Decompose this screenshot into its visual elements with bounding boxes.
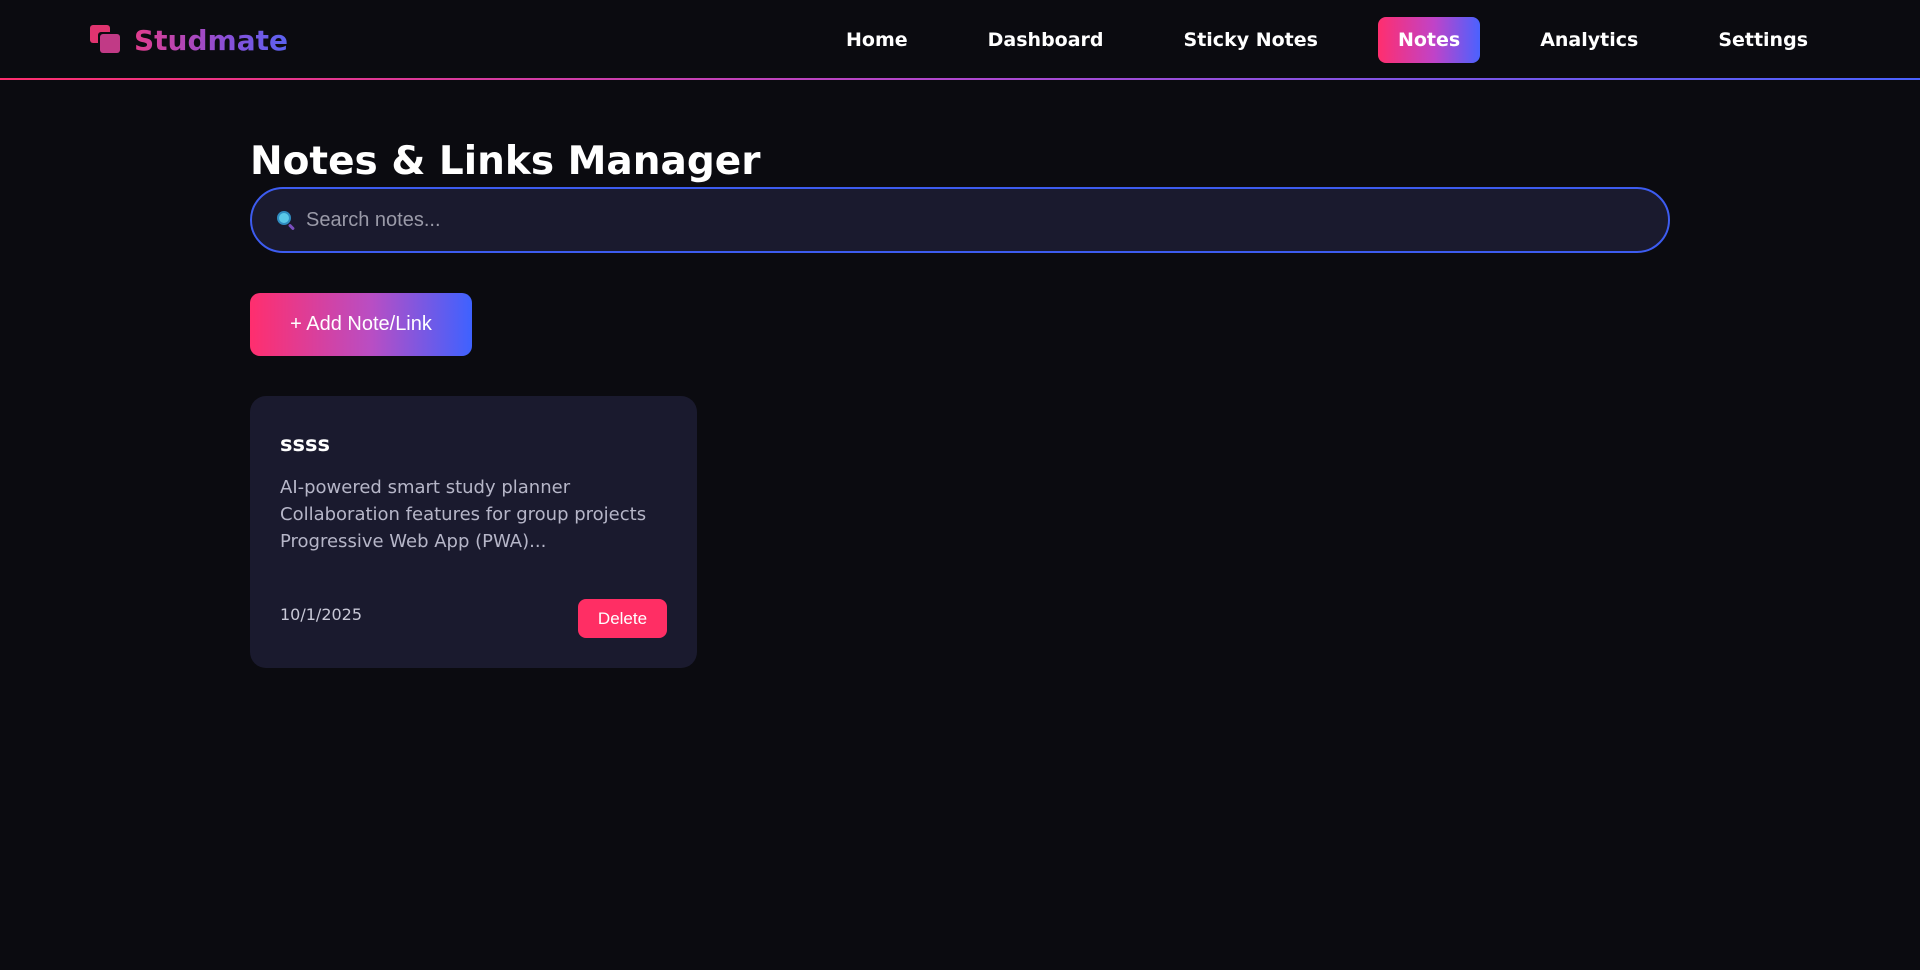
note-title: ssss	[280, 432, 330, 456]
page-title: Notes & Links Manager	[250, 139, 761, 184]
add-note-button[interactable]: + Add Note/Link	[250, 293, 472, 356]
delete-button[interactable]: Delete	[578, 599, 667, 638]
nav-item-home[interactable]: Home	[826, 17, 928, 63]
note-footer: 10/1/2025 Delete	[280, 599, 667, 638]
logo-icon	[90, 25, 122, 55]
search-icon	[276, 210, 296, 231]
nav-item-sticky-notes[interactable]: Sticky Notes	[1164, 17, 1338, 63]
note-body: AI-powered smart study planner Collabora…	[280, 477, 647, 552]
main-nav: Home Dashboard Sticky Notes Notes Analyt…	[786, 17, 1828, 63]
main-content: Notes & Links Manager + Add Note/Link ss…	[0, 80, 1670, 668]
notes-grid: ssss AI-powered smart study planner Coll…	[250, 396, 1670, 668]
nav-item-settings[interactable]: Settings	[1698, 17, 1828, 63]
nav-item-notes[interactable]: Notes	[1377, 17, 1481, 63]
note-date: 10/1/2025	[280, 605, 363, 624]
nav-item-dashboard[interactable]: Dashboard	[968, 17, 1124, 63]
nav-item-analytics[interactable]: Analytics	[1520, 17, 1658, 63]
top-navbar: Studmate Home Dashboard Sticky Notes Not…	[0, 0, 1920, 80]
brand[interactable]: Studmate	[90, 24, 288, 57]
search-input[interactable]	[306, 208, 1644, 232]
brand-name: Studmate	[134, 23, 288, 57]
note-card[interactable]: ssss AI-powered smart study planner Coll…	[250, 396, 697, 668]
search-bar[interactable]	[250, 187, 1670, 253]
